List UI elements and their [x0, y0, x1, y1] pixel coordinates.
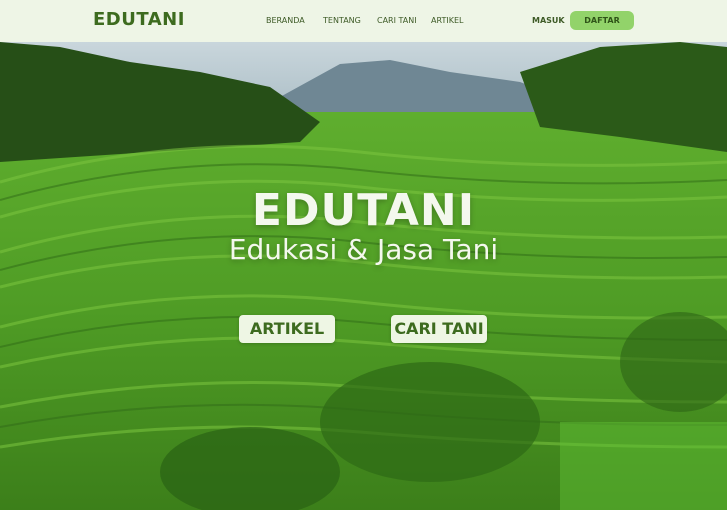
login-link[interactable]: MASUK	[532, 16, 565, 25]
navbar: EDUTANI BERANDA TENTANG CARI TANI ARTIKE…	[0, 0, 727, 42]
nav-link-cari-tani[interactable]: CARI TANI	[377, 16, 417, 25]
brand-logo[interactable]: EDUTANI	[93, 9, 185, 30]
hero-title: EDUTANI	[251, 185, 476, 236]
rice-terrace-background-image	[0, 42, 727, 510]
hero-subtitle: Edukasi & Jasa Tani	[228, 233, 499, 266]
artikel-button[interactable]: ARTIKEL	[239, 315, 335, 343]
cari-tani-button[interactable]: CARI TANI	[391, 315, 487, 343]
hero-section: EDUTANI Edukasi & Jasa Tani ARTIKEL CARI…	[0, 42, 727, 510]
nav-link-beranda[interactable]: BERANDA	[266, 16, 305, 25]
nav-link-tentang[interactable]: TENTANG	[323, 16, 361, 25]
nav-link-artikel[interactable]: ARTIKEL	[431, 16, 463, 25]
register-button[interactable]: DAFTAR	[570, 11, 634, 30]
